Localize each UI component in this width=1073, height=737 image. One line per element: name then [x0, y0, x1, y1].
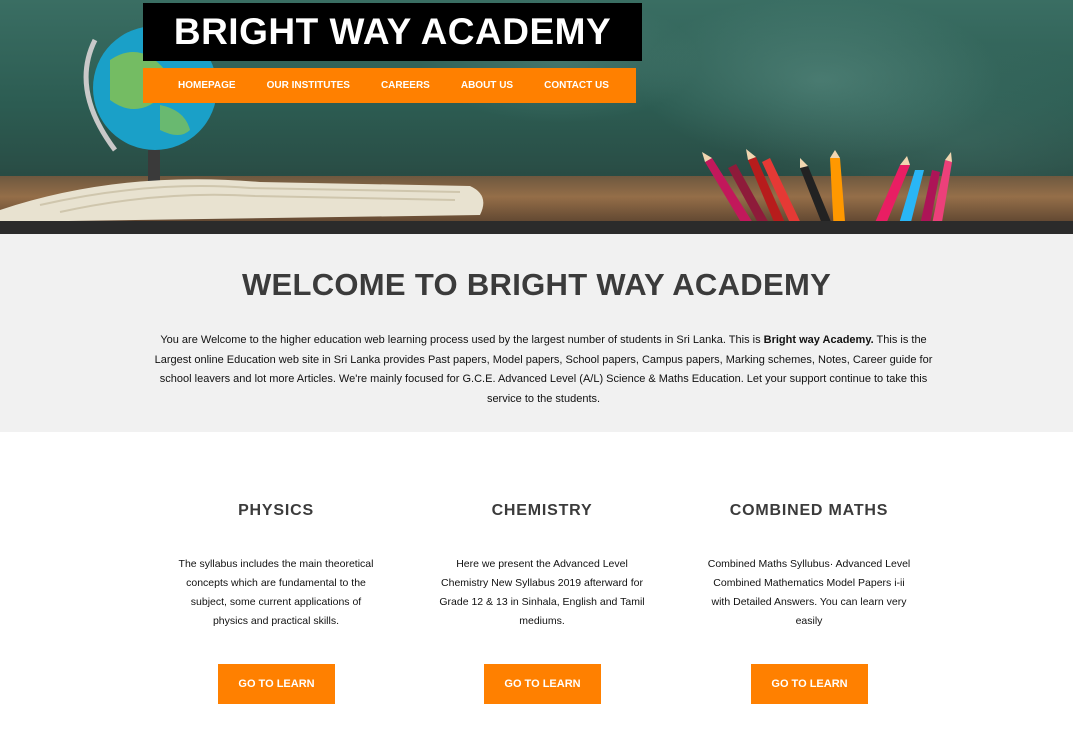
- nav-contact-us[interactable]: CONTACT US: [544, 80, 609, 91]
- welcome-text-intro: You are Welcome to the higher education …: [160, 334, 764, 346]
- main-navigation: HOMEPAGE OUR INSTITUTES CAREERS ABOUT US…: [143, 68, 636, 103]
- hero-bottom-bar: [0, 221, 1073, 234]
- open-book-icon: [0, 179, 484, 222]
- welcome-text-brand: Bright way Academy.: [763, 334, 874, 346]
- nav-homepage[interactable]: HOMEPAGE: [178, 80, 236, 91]
- welcome-section: WELCOME TO BRIGHT WAY ACADEMY You are We…: [0, 234, 1073, 432]
- hero-banner: BRIGHT WAY ACADEMY HOMEPAGE OUR INSTITUT…: [0, 0, 1073, 234]
- subject-title: CHEMISTRY: [491, 502, 593, 519]
- nav-careers[interactable]: CAREERS: [381, 80, 430, 91]
- brand-title: BRIGHT WAY ACADEMY: [173, 11, 612, 52]
- subjects-section: PHYSICS The syllabus includes the main t…: [0, 432, 1073, 737]
- welcome-title: WELCOME TO BRIGHT WAY ACADEMY: [241, 267, 832, 302]
- nav-about-us[interactable]: ABOUT US: [461, 80, 513, 91]
- go-to-learn-button[interactable]: GO TO LEARN: [484, 664, 601, 704]
- subject-description: Here we present the Advanced Level Chemi…: [439, 558, 645, 627]
- welcome-text: You are Welcome to the higher education …: [146, 331, 941, 409]
- subject-description: The syllabus includes the main theoretic…: [178, 558, 374, 627]
- go-to-learn-button[interactable]: GO TO LEARN: [218, 664, 335, 704]
- subject-title: COMBINED MATHS: [729, 502, 889, 519]
- site-logo[interactable]: BRIGHT WAY ACADEMY: [143, 3, 642, 61]
- go-to-learn-button[interactable]: GO TO LEARN: [751, 664, 868, 704]
- nav-our-institutes[interactable]: OUR INSTITUTES: [267, 80, 350, 91]
- subject-title: PHYSICS: [238, 502, 314, 519]
- subject-description: Combined Maths Syllubus· Advanced Level …: [707, 558, 911, 627]
